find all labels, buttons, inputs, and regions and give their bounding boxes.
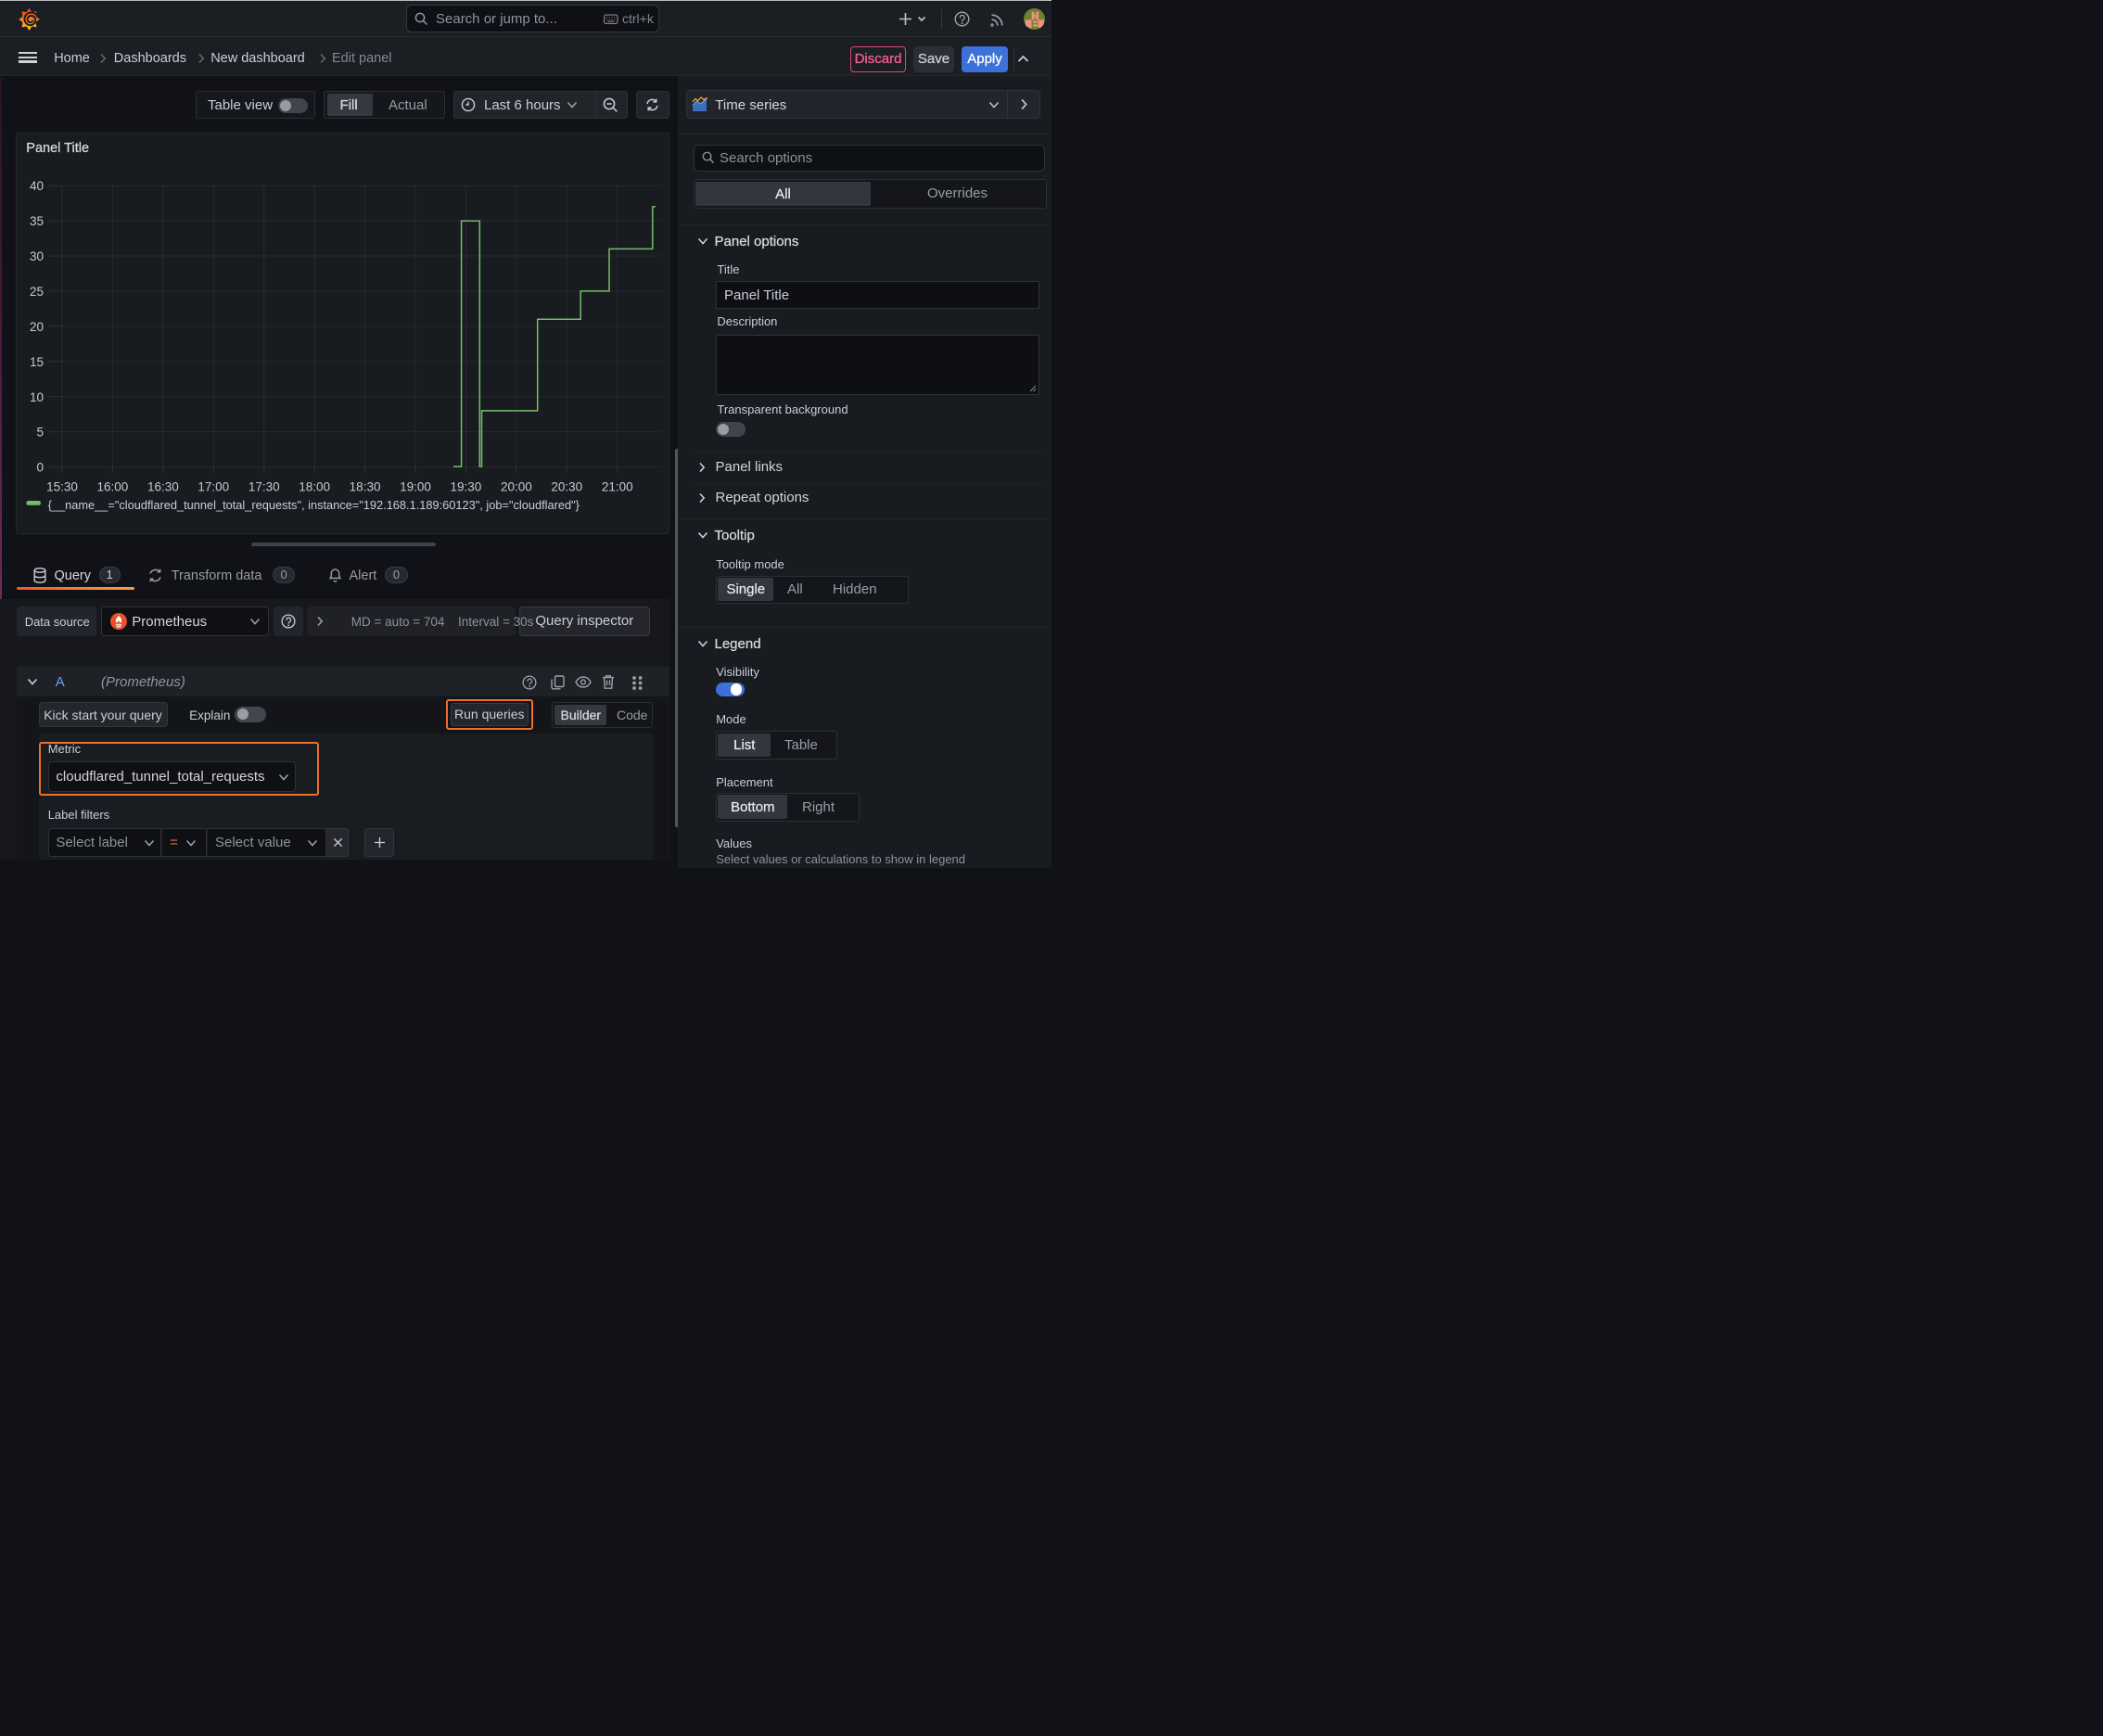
svg-text:20:00: 20:00 (501, 480, 532, 494)
svg-text:15: 15 (30, 355, 44, 369)
svg-text:20: 20 (30, 320, 44, 334)
svg-text:16:30: 16:30 (147, 480, 179, 494)
svg-text:17:00: 17:00 (198, 480, 229, 494)
svg-text:16:00: 16:00 (97, 480, 129, 494)
svg-text:10: 10 (30, 390, 44, 404)
svg-text:17:30: 17:30 (249, 480, 280, 494)
svg-text:0: 0 (36, 461, 44, 475)
svg-text:18:30: 18:30 (350, 480, 381, 494)
svg-text:19:30: 19:30 (451, 480, 482, 494)
svg-text:35: 35 (30, 215, 44, 229)
svg-text:30: 30 (30, 249, 44, 263)
svg-text:25: 25 (30, 285, 44, 299)
svg-text:{__name__="cloudflared_tunnel_: {__name__="cloudflared_tunnel_total_requ… (48, 498, 580, 512)
svg-text:21:00: 21:00 (602, 480, 633, 494)
svg-text:5: 5 (36, 426, 44, 440)
svg-text:15:30: 15:30 (46, 480, 78, 494)
svg-text:19:00: 19:00 (400, 480, 431, 494)
svg-text:40: 40 (30, 180, 44, 194)
svg-text:20:30: 20:30 (551, 480, 582, 494)
svg-text:18:00: 18:00 (299, 480, 330, 494)
